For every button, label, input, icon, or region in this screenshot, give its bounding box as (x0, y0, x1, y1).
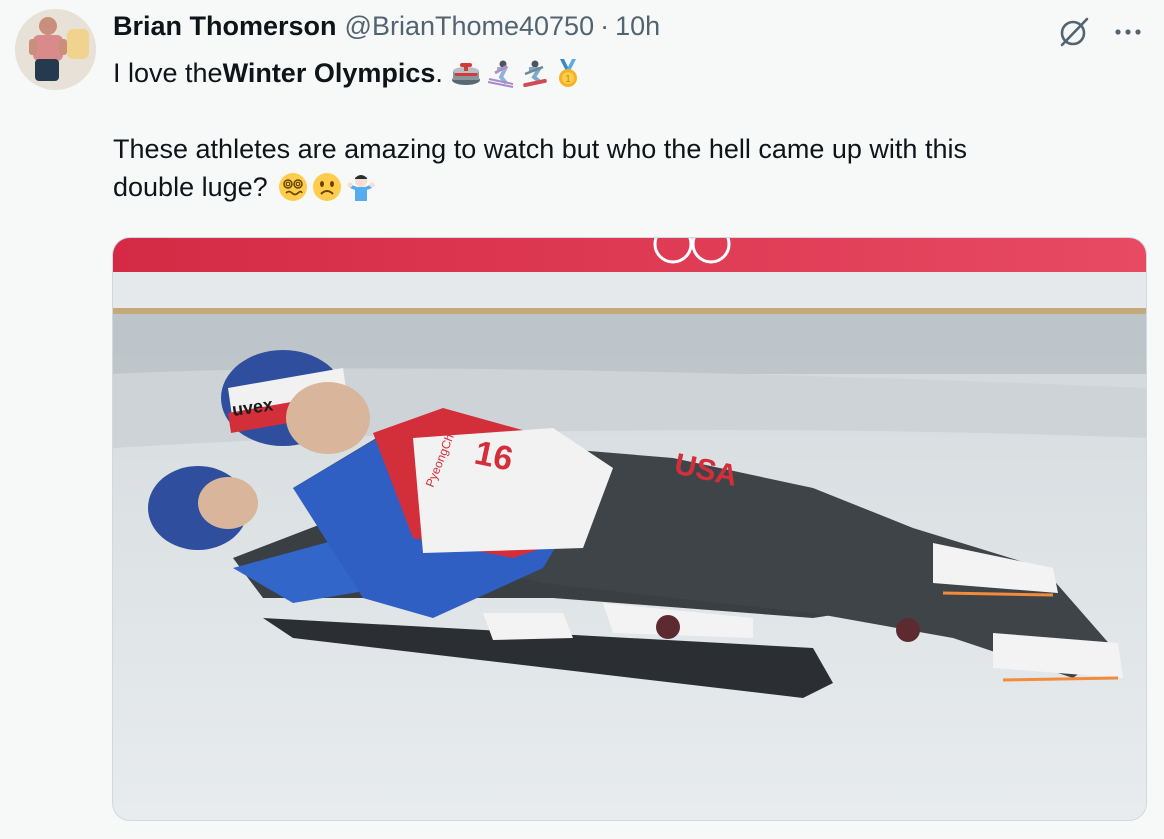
tweet-line-3: These athletes are amazing to watch but … (113, 134, 967, 164)
grok-icon[interactable] (1054, 12, 1094, 52)
man-shrugging-emoji (347, 175, 375, 201)
timestamp[interactable]: 10h (615, 11, 660, 42)
tweet-line-1: I love the Winter Olympics. 1 (113, 54, 1123, 92)
face-with-spiral-eyes-emoji (278, 173, 307, 201)
avatar[interactable] (15, 9, 96, 90)
separator: · (600, 11, 610, 41)
line4-text: double luge? (113, 172, 268, 202)
svg-text:1: 1 (565, 74, 571, 85)
skier-emoji (487, 60, 514, 88)
tweet-text: I love the Winter Olympics. 1 These athl… (113, 54, 1123, 206)
line1-bold: Winter Olympics (222, 58, 436, 88)
gold-medal-emoji: 1 (558, 59, 577, 87)
more-icon[interactable] (1108, 12, 1148, 52)
banner (113, 238, 1146, 272)
frowning-face-emoji (312, 173, 341, 201)
display-name[interactable]: Brian Thomerson (113, 11, 337, 42)
line1-suffix: . (435, 58, 443, 88)
tweet-photo[interactable]: 16 PyeongChang USA uvex (112, 237, 1147, 821)
user-handle[interactable]: @BrianThome40750 (345, 11, 595, 42)
bib-number: 16 (471, 434, 516, 479)
tweet-line-4: double luge? (113, 168, 1123, 206)
line1-prefix: I love the (113, 58, 223, 88)
snowboarder-emoji (523, 60, 547, 88)
curling-stone-emoji (451, 63, 480, 85)
tweet-header: Brian Thomerson @BrianThome40750 · 10h (113, 11, 660, 47)
tweet-card[interactable]: Brian Thomerson @BrianThome40750 · 10h I… (0, 0, 1164, 839)
